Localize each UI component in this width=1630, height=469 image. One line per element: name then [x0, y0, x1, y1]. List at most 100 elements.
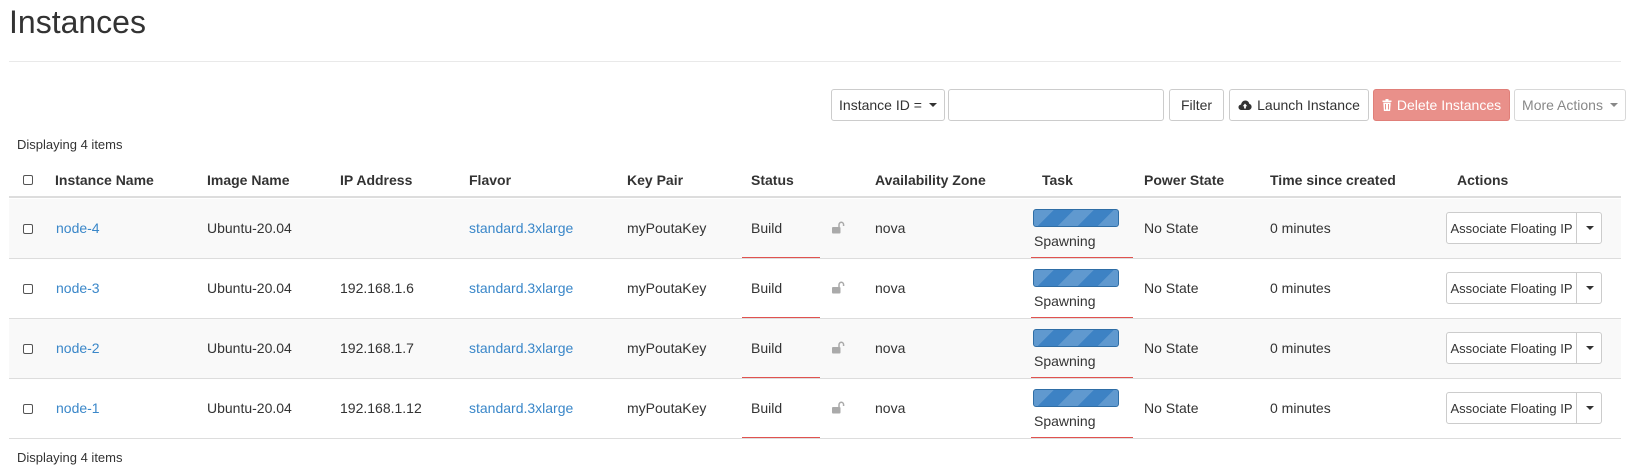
associate-floating-ip-button[interactable]: Associate Floating IP: [1447, 393, 1577, 423]
page-title: Instances: [9, 4, 146, 40]
instance-name-link[interactable]: node-1: [56, 400, 100, 416]
row-actions-dropdown-toggle[interactable]: [1577, 393, 1601, 423]
row-checkbox[interactable]: [23, 344, 33, 354]
delete-instances-button[interactable]: Delete Instances: [1373, 89, 1510, 121]
time-since-created: 0 minutes: [1270, 400, 1331, 416]
status-underline: [742, 437, 820, 438]
task-progress-bar: [1033, 329, 1119, 347]
row-checkbox[interactable]: [23, 224, 33, 234]
delete-instances-label: Delete Instances: [1396, 97, 1502, 113]
filter-button-label: Filter: [1180, 97, 1213, 113]
task-label: Spawning: [1034, 293, 1096, 309]
availability-zone: nova: [875, 220, 906, 236]
launch-instance-label: Launch Instance: [1257, 97, 1360, 113]
unlocked-icon: [832, 401, 845, 414]
associate-floating-ip-button[interactable]: Associate Floating IP: [1447, 213, 1577, 243]
filter-field-select[interactable]: Instance ID =: [831, 89, 945, 121]
column-header-flavor[interactable]: Flavor: [469, 172, 511, 188]
time-since-created: 0 minutes: [1270, 220, 1331, 236]
task-underline: [1031, 317, 1133, 318]
table-row: node-3 Ubuntu-20.04 192.168.1.6 standard…: [9, 259, 1621, 319]
table-row: node-2 Ubuntu-20.04 192.168.1.7 standard…: [9, 319, 1621, 379]
time-since-created: 0 minutes: [1270, 340, 1331, 356]
key-pair: myPoutaKey: [627, 400, 707, 416]
instance-name-link[interactable]: node-4: [56, 220, 100, 236]
row-actions-dropdown-toggle[interactable]: [1577, 333, 1601, 363]
unlocked-icon: [832, 281, 845, 294]
column-header-task[interactable]: Task: [1042, 172, 1073, 188]
image-name: Ubuntu-20.04: [207, 400, 292, 416]
status: Build: [751, 340, 783, 356]
status-underline: [742, 317, 820, 318]
title-divider: [9, 61, 1621, 62]
column-header-key-pair[interactable]: Key Pair: [627, 172, 683, 188]
power-state: No State: [1144, 280, 1199, 296]
availability-zone: nova: [875, 280, 906, 296]
instance-name-link[interactable]: node-2: [56, 340, 100, 356]
flavor-link[interactable]: standard.3xlarge: [469, 220, 573, 236]
flavor-link[interactable]: standard.3xlarge: [469, 340, 573, 356]
caret-down-icon: [1586, 346, 1594, 350]
caret-down-icon: [1609, 103, 1618, 107]
filter-button[interactable]: Filter: [1169, 89, 1224, 121]
status: Build: [751, 220, 783, 236]
key-pair: myPoutaKey: [627, 280, 707, 296]
associate-floating-ip-button[interactable]: Associate Floating IP: [1447, 273, 1577, 303]
caret-down-icon: [928, 103, 937, 107]
key-pair: myPoutaKey: [627, 340, 707, 356]
status-underline: [742, 257, 820, 258]
unlocked-icon: [832, 221, 845, 234]
item-count-bottom: Displaying 4 items: [17, 450, 123, 465]
column-header-instance-name[interactable]: Instance Name: [55, 172, 154, 188]
task-progress-bar: [1033, 269, 1119, 287]
status: Build: [751, 280, 783, 296]
associate-floating-ip-button[interactable]: Associate Floating IP: [1447, 333, 1577, 363]
table-row: node-4 Ubuntu-20.04 standard.3xlarge myP…: [9, 199, 1621, 259]
flavor-link[interactable]: standard.3xlarge: [469, 280, 573, 296]
key-pair: myPoutaKey: [627, 220, 707, 236]
column-header-ip-address[interactable]: IP Address: [340, 172, 412, 188]
row-action-group: Associate Floating IP: [1446, 332, 1602, 364]
trash-icon: [1382, 99, 1392, 111]
column-header-power-state[interactable]: Power State: [1144, 172, 1224, 188]
task-underline: [1031, 377, 1133, 378]
cloud-upload-icon: [1238, 100, 1252, 110]
row-actions-dropdown-toggle[interactable]: [1577, 273, 1601, 303]
caret-down-icon: [1586, 286, 1594, 290]
more-actions-button[interactable]: More Actions: [1514, 89, 1626, 121]
time-since-created: 0 minutes: [1270, 280, 1331, 296]
status: Build: [751, 400, 783, 416]
item-count-top: Displaying 4 items: [17, 137, 123, 152]
task-label: Spawning: [1034, 353, 1096, 369]
task-label: Spawning: [1034, 233, 1096, 249]
column-header-availability-zone[interactable]: Availability Zone: [875, 172, 986, 188]
ip-address: 192.168.1.7: [340, 340, 414, 356]
task-underline: [1031, 257, 1133, 258]
row-checkbox[interactable]: [23, 404, 33, 414]
ip-address: 192.168.1.6: [340, 280, 414, 296]
table-row: node-1 Ubuntu-20.04 192.168.1.12 standar…: [9, 379, 1621, 439]
column-header-image-name[interactable]: Image Name: [207, 172, 289, 188]
launch-instance-button[interactable]: Launch Instance: [1229, 89, 1369, 121]
row-action-group: Associate Floating IP: [1446, 272, 1602, 304]
image-name: Ubuntu-20.04: [207, 220, 292, 236]
filter-input[interactable]: [948, 89, 1164, 121]
row-actions-dropdown-toggle[interactable]: [1577, 213, 1601, 243]
power-state: No State: [1144, 340, 1199, 356]
row-action-group: Associate Floating IP: [1446, 212, 1602, 244]
select-all-checkbox[interactable]: [23, 175, 33, 185]
caret-down-icon: [1586, 406, 1594, 410]
row-checkbox[interactable]: [23, 284, 33, 294]
column-header-time-since-created[interactable]: Time since created: [1270, 172, 1396, 188]
image-name: Ubuntu-20.04: [207, 280, 292, 296]
status-underline: [742, 377, 820, 378]
column-header-status[interactable]: Status: [751, 172, 794, 188]
row-action-group: Associate Floating IP: [1446, 392, 1602, 424]
instance-name-link[interactable]: node-3: [56, 280, 100, 296]
more-actions-label: More Actions: [1522, 97, 1603, 113]
availability-zone: nova: [875, 400, 906, 416]
flavor-link[interactable]: standard.3xlarge: [469, 400, 573, 416]
caret-down-icon: [1586, 226, 1594, 230]
table-header: Instance Name Image Name IP Address Flav…: [9, 163, 1621, 198]
unlocked-icon: [832, 341, 845, 354]
